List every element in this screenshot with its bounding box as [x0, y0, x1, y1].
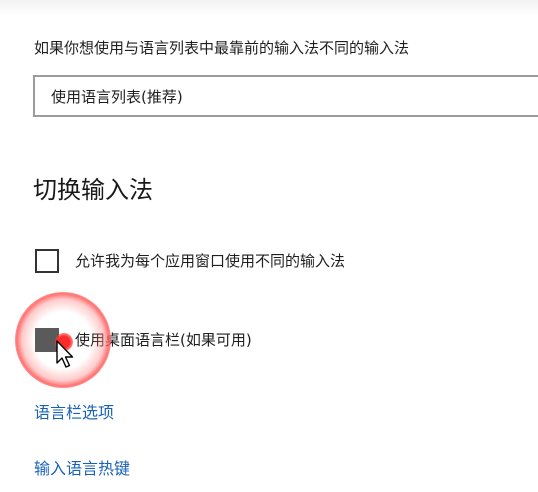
dropdown-selected-value: 使用语言列表(推荐) — [51, 88, 183, 106]
language-bar-options-link[interactable]: 语言栏选项 — [34, 401, 114, 425]
per-app-input-method-checkbox[interactable] — [35, 249, 59, 273]
per-app-input-method-label: 允许我为每个应用窗口使用不同的输入法 — [75, 252, 346, 270]
switch-input-section-title: 切换输入法 — [33, 176, 153, 204]
input-method-override-dropdown[interactable]: 使用语言列表(推荐) — [33, 75, 538, 117]
desktop-language-bar-checkbox[interactable] — [35, 328, 59, 352]
input-override-description: 如果你想使用与语言列表中最靠前的输入法不同的输入法 — [34, 39, 410, 57]
input-language-hotkeys-link[interactable]: 输入语言热键 — [34, 457, 130, 481]
per-app-input-method-option[interactable]: 允许我为每个应用窗口使用不同的输入法 — [33, 246, 513, 276]
top-scroll-fade — [0, 0, 538, 16]
desktop-language-bar-label: 使用桌面语言栏(如果可用) — [75, 331, 252, 349]
desktop-language-bar-option[interactable]: 使用桌面语言栏(如果可用) — [33, 325, 513, 355]
